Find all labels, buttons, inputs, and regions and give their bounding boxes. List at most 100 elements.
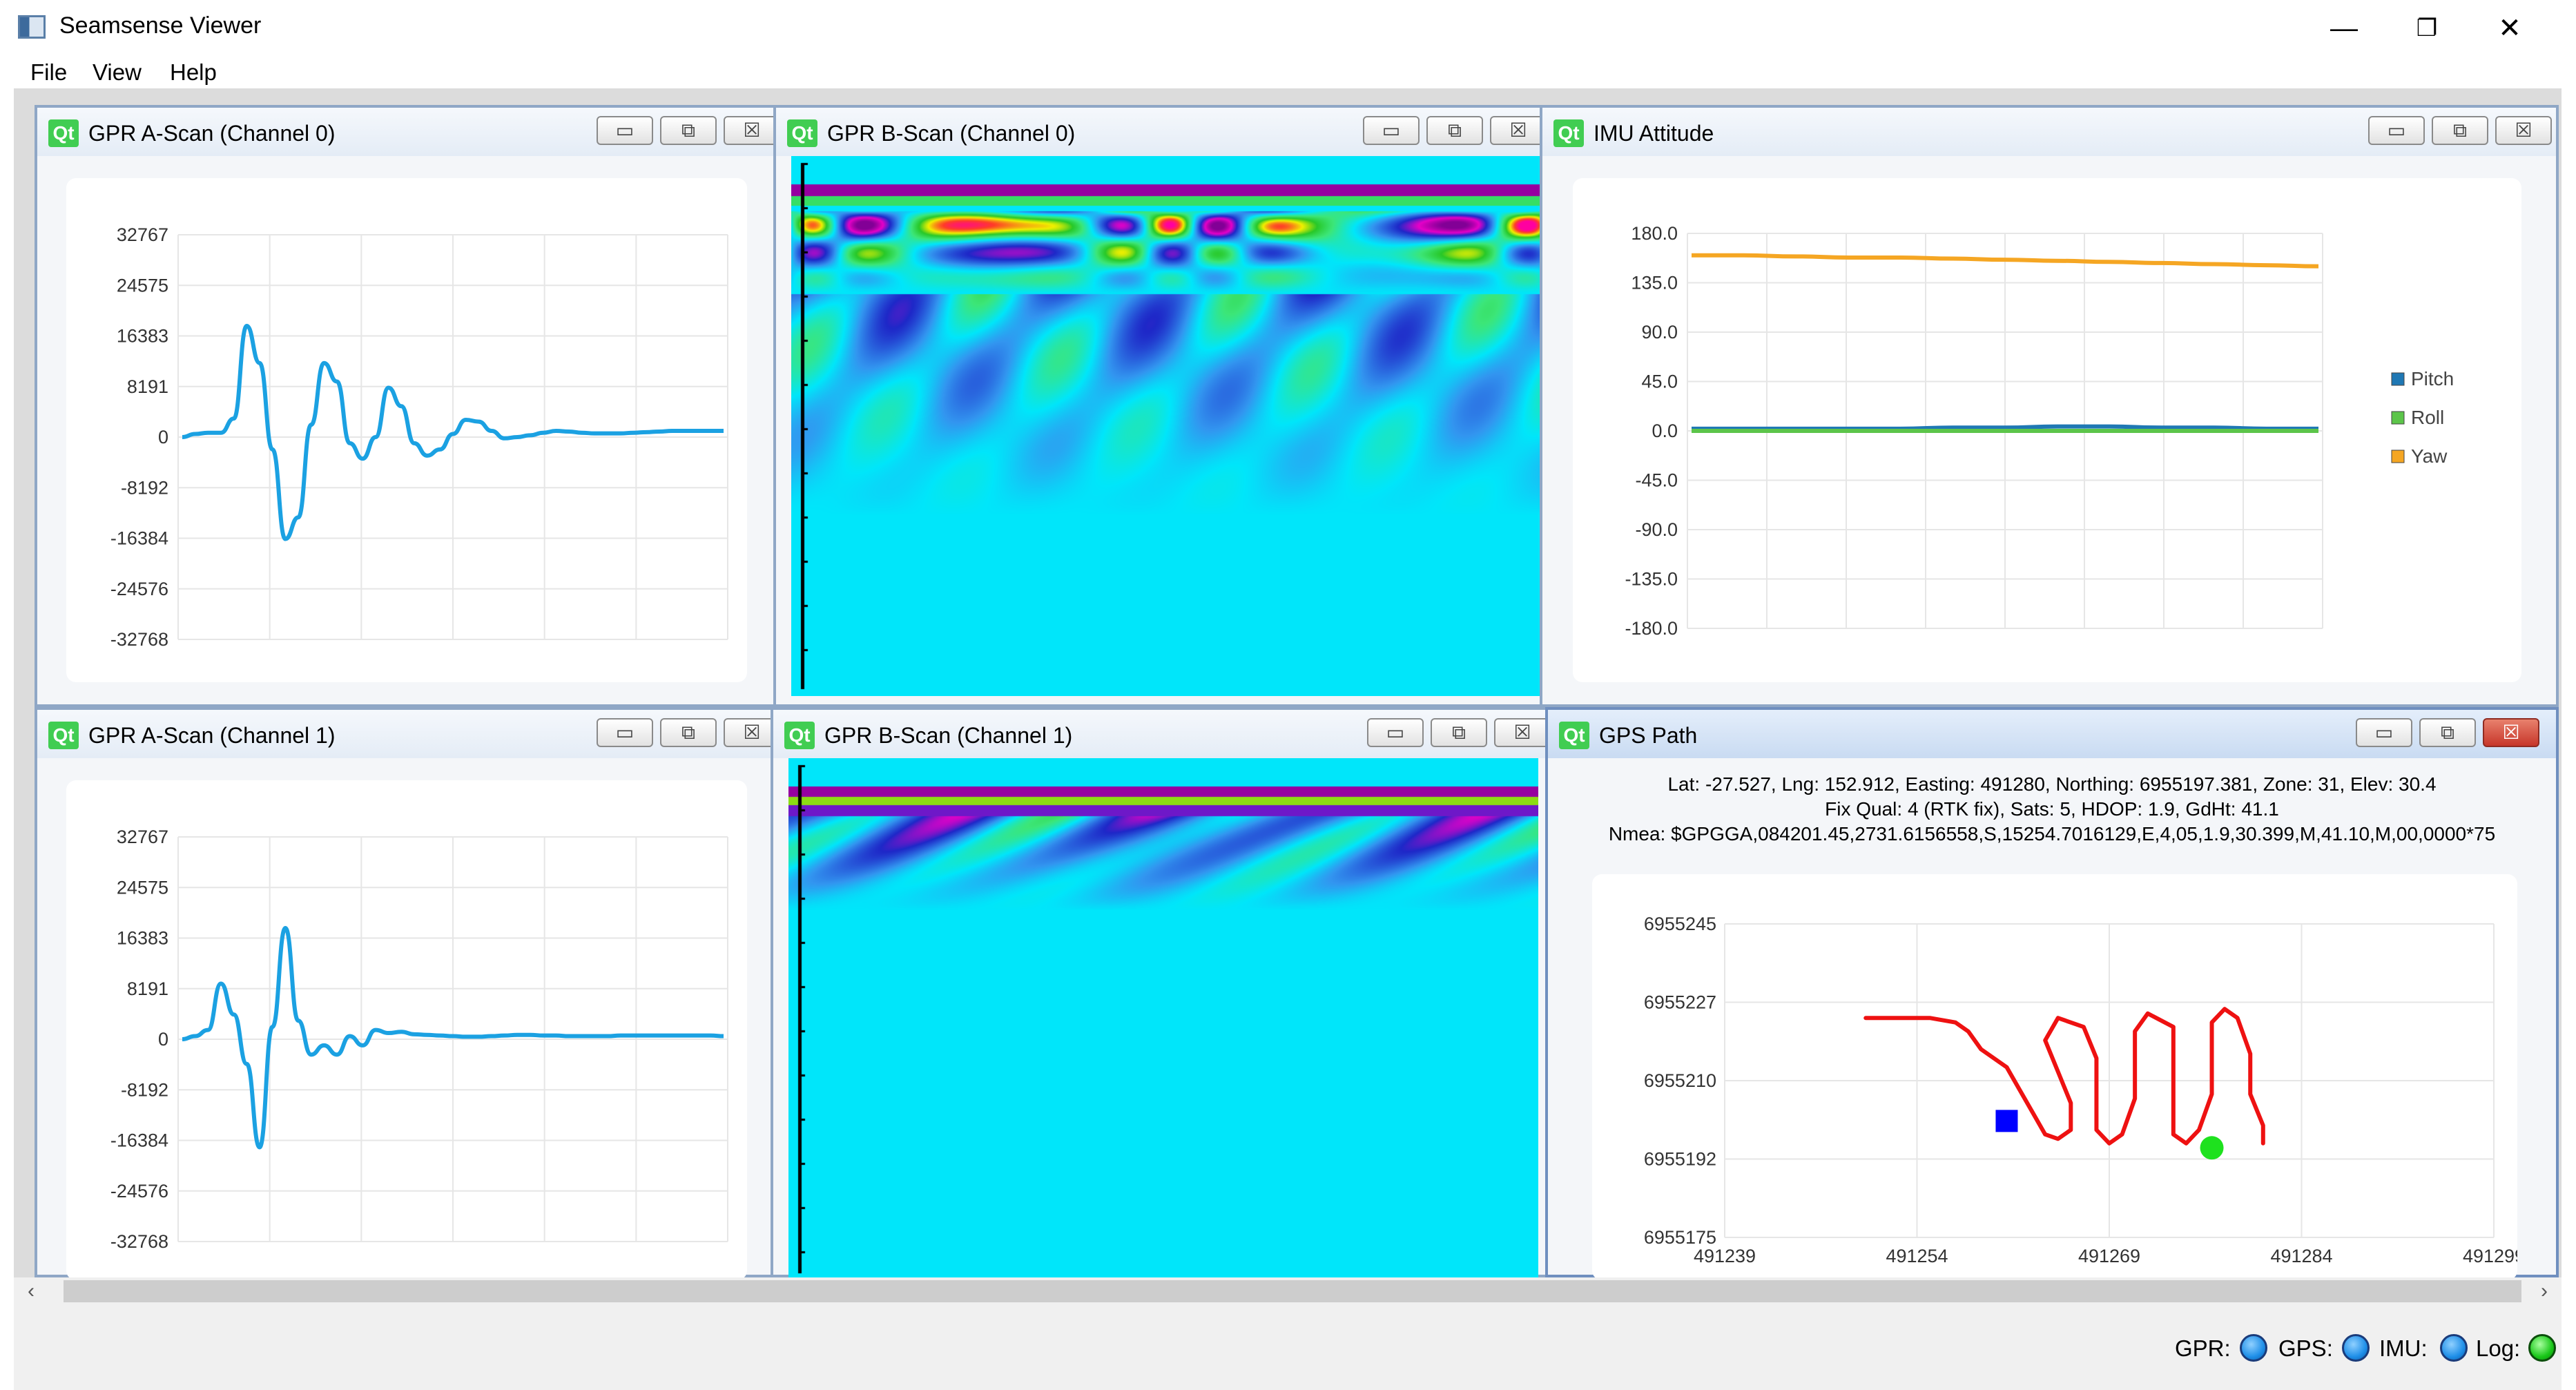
imu-attitude-chart: 180.0 135.0 90.0 45.0 0.0 -45.0 -90.0 -135.0 -18…	[1625, 223, 2454, 639]
qt-icon: Qt	[48, 119, 79, 147]
scroll-left-icon[interactable]: ‹	[14, 1277, 48, 1305]
subwindow-title: GPR B-Scan (Channel 0)	[827, 121, 1076, 146]
y-tick-label: 0.0	[1652, 421, 1678, 441]
y-tick-label: -32768	[110, 1231, 168, 1252]
subwindow-minimize-button[interactable]: ▭	[2356, 718, 2412, 747]
bscan-channel-1-window[interactable]: Qt GPR B-Scan (Channel 1) ▭ ⧉ ☒	[771, 707, 1558, 1280]
y-tick-label: 8191	[127, 376, 168, 397]
y-tick-label: 45.0	[1641, 371, 1678, 392]
app-icon	[18, 15, 46, 39]
subwindow-restore-button[interactable]: ⧉	[1426, 116, 1483, 145]
y-tick-label: 16383	[117, 928, 168, 949]
y-tick-label: 135.0	[1631, 273, 1678, 293]
gps-nmea-readout: Nmea: $GPGGA,084201.45,2731.6156558,S,15…	[1608, 823, 2496, 844]
menu-view[interactable]: View	[93, 55, 142, 90]
y-tick-label: 32767	[117, 224, 168, 245]
y-tick-label: -90.0	[1635, 519, 1678, 540]
subwindow-close-button[interactable]: ☒	[724, 116, 780, 145]
subwindow-minimize-button[interactable]: ▭	[1367, 718, 1424, 747]
window-close-button[interactable]: ✕	[2472, 4, 2548, 52]
subwindow-title-bar[interactable]: Qt GPR B-Scan (Channel 1) ▭ ⧉ ☒	[773, 710, 1555, 758]
y-tick-label: 0	[158, 1029, 168, 1050]
y-tick-label: 16383	[117, 326, 168, 347]
chart-card: 180.0 135.0 90.0 45.0 0.0 -45.0 -90.0 -135.0 -18…	[1573, 178, 2521, 682]
legend-label: Roll	[2411, 407, 2444, 428]
subwindow-title: GPS Path	[1599, 723, 1698, 748]
ascan-channel-0-window[interactable]: Qt GPR A-Scan (Channel 0) ▭ ⧉ ☒ 32767 245…	[35, 105, 787, 707]
y-tick-label: 90.0	[1641, 322, 1678, 342]
y-tick-label: 180.0	[1631, 223, 1678, 244]
qt-icon: Qt	[787, 119, 817, 147]
bscan-channel-1-image[interactable]	[788, 758, 1538, 1280]
subwindow-title: IMU Attitude	[1594, 121, 1714, 146]
chart-card: 491239 491254 491269 491284 491299 6955245 695…	[1592, 874, 2525, 1280]
imu-status-indicator	[2440, 1334, 2468, 1362]
y-tick-label: -180.0	[1625, 618, 1678, 639]
gps-position-readout: Lat: -27.527, Lng: 152.912, Easting: 491…	[1667, 773, 2437, 795]
subwindow-restore-button[interactable]: ⧉	[660, 116, 717, 145]
subwindow-restore-button[interactable]: ⧉	[1431, 718, 1487, 747]
subwindow-minimize-button[interactable]: ▭	[1363, 116, 1420, 145]
subwindow-close-button[interactable]: ☒	[1494, 718, 1551, 747]
gps-path-chart: 491239 491254 491269 491284 491299 6955245 695…	[1644, 914, 2525, 1266]
log-status-indicator	[2528, 1334, 2556, 1362]
y-tick-label: 0	[158, 427, 168, 447]
y-tick-label: -135.0	[1625, 569, 1678, 590]
legend-swatch	[2391, 450, 2405, 463]
subwindow-title: GPR A-Scan (Channel 0)	[88, 121, 336, 146]
subwindow-restore-button[interactable]: ⧉	[660, 718, 717, 747]
horizontal-scrollbar[interactable]: ‹ ›	[14, 1277, 2562, 1305]
window-restore-button[interactable]: ❐	[2389, 4, 2465, 52]
y-tick-label: 6955175	[1644, 1227, 1716, 1248]
y-tick-label: 32767	[117, 827, 168, 847]
subwindow-minimize-button[interactable]: ▭	[597, 116, 653, 145]
y-tick-label: 6955227	[1644, 992, 1716, 1013]
ascan-channel-0-chart: 32767 24575 16383 8191 0 -8192 -16384 -24576 -32…	[110, 224, 728, 650]
gps-start-marker	[1995, 1110, 2018, 1132]
subwindow-close-button[interactable]: ☒	[2495, 116, 2552, 145]
gps-track-path	[1863, 1007, 2265, 1146]
y-tick-label: 24575	[117, 877, 168, 898]
y-tick-label: -8192	[121, 1079, 168, 1100]
y-tick-label: 6955210	[1644, 1070, 1716, 1091]
subwindow-title-bar[interactable]: Qt IMU Attitude ▭ ⧉ ☒	[1542, 108, 2556, 156]
pitch-series-line	[1691, 424, 2318, 431]
subwindow-title-bar[interactable]: Qt GPR A-Scan (Channel 0) ▭ ⧉ ☒	[37, 108, 784, 156]
scroll-right-icon[interactable]: ›	[2527, 1277, 2562, 1305]
subwindow-title-bar[interactable]: Qt GPS Path ▭ ⧉ ☒	[1548, 710, 2556, 758]
subwindow-restore-button[interactable]: ⧉	[2432, 116, 2488, 145]
x-tick-label: 491254	[1886, 1246, 1948, 1266]
scrollbar-thumb[interactable]	[64, 1280, 2521, 1302]
x-tick-label: 491284	[2270, 1246, 2332, 1266]
x-tick-label: 491239	[1694, 1246, 1756, 1266]
subwindow-title-bar[interactable]: Qt GPR B-Scan (Channel 0) ▭ ⧉ ☒	[776, 108, 1551, 156]
imu-attitude-window[interactable]: Qt IMU Attitude ▭ ⧉ ☒ 180.0 135.0 90.0 45.0…	[1540, 105, 2559, 707]
legend-swatch	[2391, 372, 2405, 386]
window-minimize-button[interactable]: —	[2306, 4, 2382, 52]
title-bar: Seamsense Viewer — ❐ ✕	[0, 0, 2576, 55]
y-tick-label: -32768	[110, 629, 168, 650]
subwindow-title: GPR B-Scan (Channel 1)	[824, 723, 1073, 748]
gps-path-window[interactable]: Qt GPS Path ▭ ⧉ ☒ Lat: -27.527, Lng: 152…	[1545, 707, 2559, 1280]
bscan-channel-0-image[interactable]	[791, 156, 1541, 696]
y-tick-label: -24576	[110, 1181, 168, 1201]
qt-icon: Qt	[784, 722, 815, 749]
subwindow-title-bar[interactable]: Qt GPR A-Scan (Channel 1) ▭ ⧉ ☒	[37, 710, 784, 758]
chart-card: 32767 24575 16383 8191 0 -8192 -16384 -24576 -32…	[66, 780, 747, 1280]
subwindow-close-button[interactable]: ☒	[1490, 116, 1547, 145]
subwindow-restore-button[interactable]: ⧉	[2419, 718, 2476, 747]
menu-file[interactable]: File	[30, 55, 67, 90]
subwindow-minimize-button[interactable]: ▭	[2368, 116, 2425, 145]
gps-current-position-marker	[2200, 1136, 2224, 1160]
legend-label: Yaw	[2411, 445, 2448, 467]
subwindow-close-button[interactable]: ☒	[2483, 718, 2539, 747]
ascan-channel-1-window[interactable]: Qt GPR A-Scan (Channel 1) ▭ ⧉ ☒ 32767 245…	[35, 707, 787, 1280]
menu-help[interactable]: Help	[170, 55, 217, 90]
window-title: Seamsense Viewer	[59, 12, 262, 39]
x-tick-label: 491269	[2078, 1246, 2140, 1266]
subwindow-minimize-button[interactable]: ▭	[597, 718, 653, 747]
log-status-label: Log:	[2476, 1335, 2521, 1361]
gps-status-indicator	[2342, 1334, 2370, 1362]
y-tick-label: -16384	[110, 528, 168, 549]
bscan-channel-0-window[interactable]: Qt GPR B-Scan (Channel 0) ▭ ⧉ ☒	[773, 105, 1553, 707]
